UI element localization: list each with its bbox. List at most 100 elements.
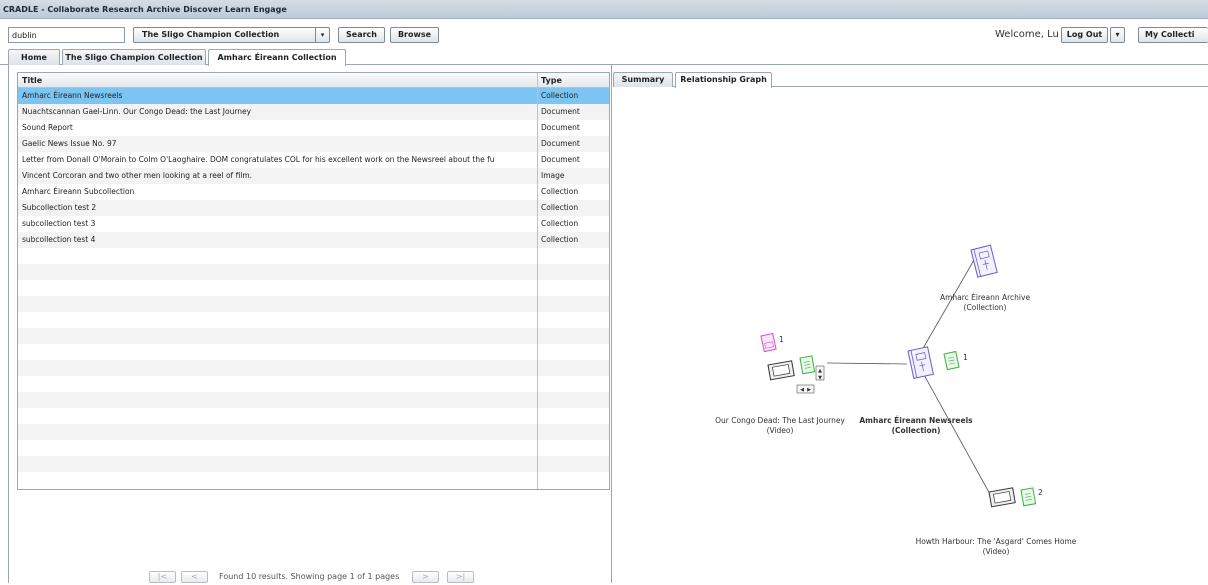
node-newsreels-kind: (Collection) xyxy=(892,426,941,435)
cell-type: Collection xyxy=(541,235,579,244)
stepper-right-icon[interactable]: ▶ xyxy=(807,387,811,393)
table-row[interactable]: Nuachtscannan Gael-Linn. Our Congo Dead:… xyxy=(18,104,609,120)
empty-table-row xyxy=(18,280,609,296)
cell-type: Document xyxy=(541,107,580,116)
node-newsreels-count: 1 xyxy=(963,353,968,362)
relationship-graph: Amharc Éireann Archive (Collection) 1 ▲ … xyxy=(613,88,1208,583)
node-howth-name: Howth Harbour: The 'Asgard' Comes Home xyxy=(916,537,1077,546)
welcome-text: Welcome, Lu xyxy=(995,29,1059,40)
table-row[interactable]: Letter from Donall O'Morain to Colm O'La… xyxy=(18,152,609,168)
prev-page-button[interactable]: < xyxy=(181,571,208,583)
grid-body: Amharc Éireann Newsreels Collection Nuacht… xyxy=(18,88,609,488)
detail-panel: Summary Relationship Graph Amharc Éirean… xyxy=(613,65,1208,583)
empty-table-row xyxy=(18,376,609,392)
empty-table-row xyxy=(18,296,609,312)
cell-type: Collection xyxy=(541,219,579,228)
results-grid: Title Type Amharc Éireann Newsreels Colle… xyxy=(17,72,610,490)
table-row[interactable]: Sound Report Document xyxy=(18,120,609,136)
log-out-button[interactable]: Log Out xyxy=(1061,27,1108,43)
collection-book-icon xyxy=(970,244,998,278)
next-page-button[interactable]: > xyxy=(412,571,439,583)
node-howth[interactable]: 2 Howth Harbour: The 'Asgard' Comes Home… xyxy=(916,487,1077,556)
app-title-bar: CRADLE - Collaborate Research Archive Di… xyxy=(0,0,1208,19)
edge-newsreels-congo xyxy=(826,362,908,365)
video-icon xyxy=(767,360,795,381)
tab-sligo-champion[interactable]: The Sligo Champion Collection xyxy=(62,49,206,65)
node-newsreels[interactable]: 1 Amharc Éireann Newsreels (Collection) xyxy=(859,346,973,435)
column-divider[interactable] xyxy=(537,73,538,489)
collection-select[interactable]: The Sligo Champion Collection ▾ xyxy=(133,27,330,43)
table-row[interactable]: subcollection test 4 Collection xyxy=(18,232,609,248)
node-howth-kind: (Video) xyxy=(983,547,1010,556)
table-row[interactable]: Amharc Éireann Subcollection Collection xyxy=(18,184,609,200)
empty-table-row xyxy=(18,328,609,344)
search-button[interactable]: Search xyxy=(338,27,385,43)
collection-select-value: The Sligo Champion Collection xyxy=(142,30,280,39)
empty-table-row xyxy=(18,456,609,472)
video-icon xyxy=(988,487,1016,508)
empty-table-row xyxy=(18,392,609,408)
stepper-up-icon[interactable]: ▲ xyxy=(818,368,822,374)
empty-table-row xyxy=(18,248,609,264)
cell-type: Document xyxy=(541,139,580,148)
cell-title: Amharc Éireann Subcollection xyxy=(22,187,135,196)
empty-table-row xyxy=(18,472,609,488)
table-row[interactable]: subcollection test 3 Collection xyxy=(18,216,609,232)
column-header-title[interactable]: Title xyxy=(22,73,42,88)
empty-table-row xyxy=(18,264,609,280)
table-row[interactable]: Gaelic News Issue No. 97 Document xyxy=(18,136,609,152)
cell-type: Image xyxy=(541,171,565,180)
cell-title: Amharc Éireann Newsreels xyxy=(22,91,123,100)
document-icon xyxy=(943,350,960,371)
app-title: CRADLE - Collaborate Research Archive Di… xyxy=(3,5,287,14)
table-row[interactable]: Vincent Corcoran and two other men looki… xyxy=(18,168,609,184)
document-icon xyxy=(799,355,816,375)
empty-table-row xyxy=(18,424,609,440)
cell-title: Vincent Corcoran and two other men looki… xyxy=(22,171,253,180)
stepper-left-icon[interactable]: ◀ xyxy=(800,387,804,393)
main-tabs: Home The Sligo Champion Collection Amhar… xyxy=(0,49,1208,66)
toolbar: The Sligo Champion Collection ▾ Search B… xyxy=(0,20,1208,49)
user-menu-dropdown-icon[interactable]: ▾ xyxy=(1110,27,1125,43)
cell-type: Document xyxy=(541,155,580,164)
search-input[interactable] xyxy=(8,27,125,43)
cell-type: Collection xyxy=(541,91,579,100)
node-image-count: 1 xyxy=(779,335,784,344)
cell-type: Collection xyxy=(541,203,579,212)
cell-title: subcollection test 3 xyxy=(22,219,96,228)
cell-title: Gaelic News Issue No. 97 xyxy=(22,139,117,148)
tab-relationship-graph[interactable]: Relationship Graph xyxy=(675,72,772,88)
node-archive-name: Amharc Éireann Archive xyxy=(940,293,1031,302)
node-archive-kind: (Collection) xyxy=(964,303,1007,312)
column-header-type[interactable]: Type xyxy=(541,73,562,88)
table-row[interactable]: Amharc Éireann Newsreels Collection xyxy=(18,88,609,104)
chevron-down-icon[interactable]: ▾ xyxy=(315,28,329,42)
node-congo[interactable]: ▲ ▼ ◀ ▶ Our Congo Dead: The Last Journey… xyxy=(715,355,845,435)
node-image[interactable]: 1 xyxy=(760,332,784,353)
table-row[interactable]: Subcollection test 2 Collection xyxy=(18,200,609,216)
my-collections-button[interactable]: My Collecti xyxy=(1138,27,1208,43)
cell-title: subcollection test 4 xyxy=(22,235,96,244)
node-congo-kind: (Video) xyxy=(767,426,794,435)
cell-title: Sound Report xyxy=(22,123,73,132)
grid-header: Title Type xyxy=(18,73,609,88)
detail-tabs: Summary Relationship Graph xyxy=(613,72,1208,88)
collection-book-icon xyxy=(907,346,934,379)
tab-amharc-eireann[interactable]: Amharc Éireann Collection xyxy=(208,49,346,66)
empty-table-row xyxy=(18,360,609,376)
pager-status: Found 10 results. Showing page 1 of 1 pa… xyxy=(219,572,400,581)
tab-summary[interactable]: Summary xyxy=(613,72,673,87)
last-page-button[interactable]: >| xyxy=(447,571,474,583)
node-archive[interactable]: Amharc Éireann Archive (Collection) xyxy=(940,244,1031,312)
empty-table-row xyxy=(18,344,609,360)
tab-home[interactable]: Home xyxy=(8,49,60,65)
results-panel: Title Type Amharc Éireann Newsreels Colle… xyxy=(9,65,612,583)
document-icon xyxy=(1020,487,1037,507)
relationship-graph-canvas: Amharc Éireann Archive (Collection) 1 ▲ … xyxy=(715,244,1077,556)
cell-title: Letter from Donall O'Morain to Colm O'La… xyxy=(22,155,495,164)
stepper-down-icon[interactable]: ▼ xyxy=(818,375,822,381)
first-page-button[interactable]: |< xyxy=(149,571,176,583)
browse-button[interactable]: Browse xyxy=(390,27,439,43)
content-area: Title Type Amharc Éireann Newsreels Colle… xyxy=(8,65,1208,583)
cell-type: Document xyxy=(541,123,580,132)
